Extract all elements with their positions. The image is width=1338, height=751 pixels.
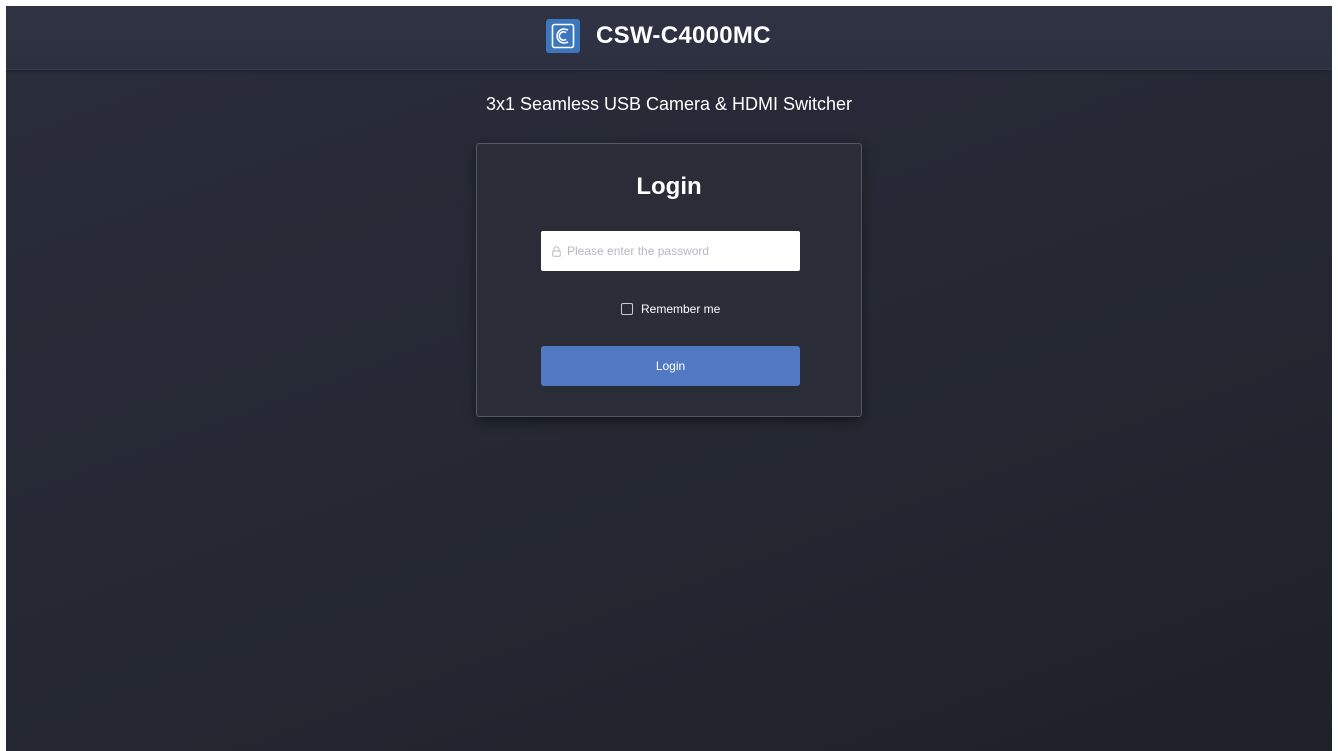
page-subtitle: 3x1 Seamless USB Camera & HDMI Switcher bbox=[485, 94, 853, 114]
password-input[interactable] bbox=[567, 244, 787, 258]
app-root: CSW-C4000MC 3x1 Seamless USB Camera & HD… bbox=[6, 6, 1332, 751]
c-logo-icon bbox=[546, 19, 580, 53]
lock-icon bbox=[551, 245, 562, 257]
login-card: Login Remember me Login bbox=[476, 143, 862, 417]
remember-me-checkbox[interactable] bbox=[621, 303, 633, 315]
login-title: Login bbox=[636, 173, 702, 200]
brand: CSW-C4000MC bbox=[546, 18, 771, 54]
brand-title: CSW-C4000MC bbox=[596, 22, 771, 49]
top-bar: CSW-C4000MC bbox=[6, 6, 1332, 70]
login-button[interactable]: Login bbox=[541, 346, 800, 386]
password-field[interactable] bbox=[541, 231, 800, 271]
remember-me-label: Remember me bbox=[641, 302, 721, 316]
remember-me-option[interactable]: Remember me bbox=[621, 301, 720, 317]
